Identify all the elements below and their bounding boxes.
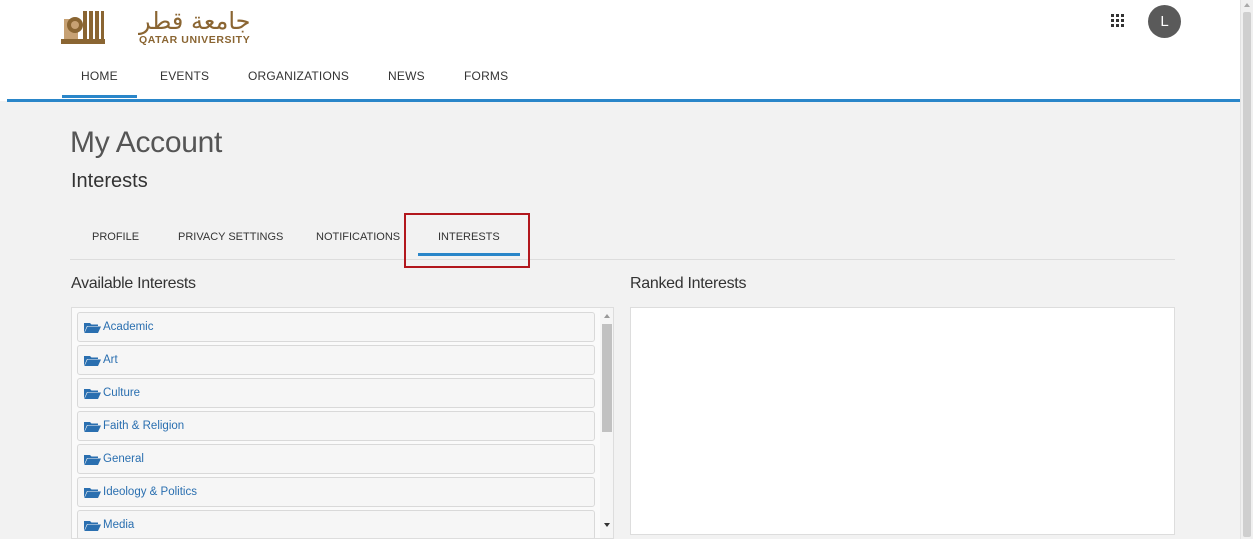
list-item[interactable]: Art: [77, 345, 595, 375]
interests-list-scrollbar[interactable]: [600, 308, 613, 538]
folder-open-icon: [84, 356, 101, 366]
interest-label: Faith & Religion: [103, 420, 185, 432]
tab-profile[interactable]: PROFILE: [92, 231, 139, 243]
interest-label: Media: [103, 519, 135, 531]
tab-notifications[interactable]: NOTIFICATIONS: [316, 231, 400, 243]
folder-open-icon: [84, 389, 101, 399]
nav-home[interactable]: HOME: [62, 69, 137, 98]
brand-latin-name: QATAR UNIVERSITY: [139, 34, 251, 46]
page-scrollbar[interactable]: [1240, 0, 1253, 539]
folder-open-icon: [84, 488, 101, 498]
available-interests-heading: Available Interests: [71, 275, 196, 292]
scroll-up-arrow-icon[interactable]: [1244, 3, 1250, 7]
list-item[interactable]: Culture: [77, 378, 595, 408]
page-title: My Account: [70, 126, 223, 159]
interest-label: Art: [103, 354, 118, 366]
account-tabs: PROFILE PRIVACY SETTINGS NOTIFICATIONS I…: [70, 215, 1175, 260]
scroll-up-arrow-icon[interactable]: [604, 314, 610, 318]
nav-forms[interactable]: FORMS: [464, 69, 508, 83]
section-title: Interests: [71, 170, 148, 192]
interests-tab-highlight: [404, 213, 530, 268]
folder-open-icon: [84, 323, 101, 333]
list-item[interactable]: Ideology & Politics: [77, 477, 595, 507]
folder-open-icon: [84, 521, 101, 531]
site-header: جامعة قطر QATAR UNIVERSITY HOME EVENTS O…: [0, 0, 1240, 101]
header-divider: [7, 99, 1240, 102]
interests-list-scrollbar-thumb[interactable]: [602, 324, 612, 432]
list-item[interactable]: Academic: [77, 312, 595, 342]
nav-events[interactable]: EVENTS: [160, 69, 209, 83]
grid-apps-icon[interactable]: [1111, 14, 1125, 28]
interest-label: General: [103, 453, 144, 465]
ranked-interests-dropzone[interactable]: [630, 307, 1175, 535]
university-emblem-icon: [61, 11, 105, 44]
nav-news[interactable]: NEWS: [388, 69, 425, 83]
interest-label: Culture: [103, 387, 141, 399]
available-interests-list: Academic Art Culture Faith & Religion Ge…: [71, 307, 614, 539]
list-item[interactable]: Media: [77, 510, 595, 538]
user-avatar[interactable]: L: [1148, 5, 1181, 38]
page-scrollbar-thumb[interactable]: [1243, 12, 1251, 537]
folder-open-icon: [84, 422, 101, 432]
scroll-down-arrow-icon[interactable]: [604, 523, 610, 527]
tab-privacy-settings[interactable]: PRIVACY SETTINGS: [178, 231, 283, 243]
list-item[interactable]: Faith & Religion: [77, 411, 595, 441]
interest-label: Ideology & Politics: [103, 486, 197, 498]
qatar-university-logo[interactable]: جامعة قطر QATAR UNIVERSITY: [61, 7, 271, 49]
list-item[interactable]: General: [77, 444, 595, 474]
ranked-interests-heading: Ranked Interests: [630, 275, 747, 292]
folder-open-icon: [84, 455, 101, 465]
interest-label: Academic: [103, 321, 154, 333]
brand-arabic-name: جامعة قطر: [139, 7, 251, 35]
nav-organizations[interactable]: ORGANIZATIONS: [248, 69, 349, 83]
